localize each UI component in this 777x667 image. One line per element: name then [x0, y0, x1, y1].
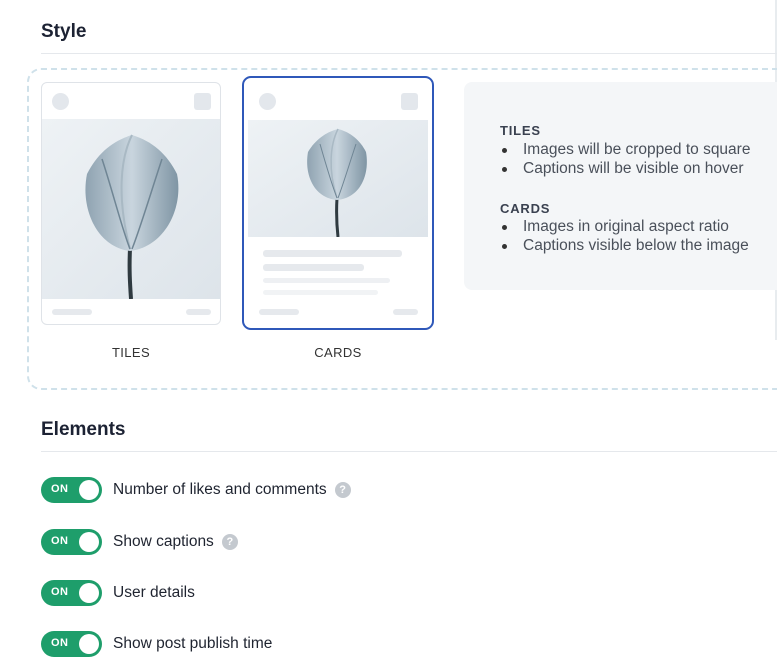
layout-info-box: TILES Images will be cropped to square C…	[464, 82, 777, 290]
tulip-image-icon	[248, 120, 428, 237]
tiles-image-preview	[42, 119, 220, 299]
show-captions-toggle[interactable]: ON	[41, 529, 102, 555]
caption-placeholder-bar	[263, 264, 364, 271]
toggle-state-label: ON	[51, 586, 69, 598]
tiles-info-list: Images will be cropped to square Caption…	[500, 140, 750, 178]
tiles-info-heading: TILES	[500, 123, 541, 138]
menu-placeholder-icon	[401, 93, 418, 110]
meta-placeholder-bar	[259, 309, 299, 315]
info-point: Captions will be visible on hover	[500, 159, 750, 178]
info-point: Captions visible below the image	[500, 236, 749, 255]
cards-option-card[interactable]	[242, 76, 434, 330]
cards-image-preview	[248, 120, 428, 237]
toggle-knob	[79, 480, 99, 500]
cards-info-heading: CARDS	[500, 201, 551, 216]
toggle-state-label: ON	[51, 535, 69, 547]
toggle-state-label: ON	[51, 483, 69, 495]
caption-placeholder-bar	[52, 309, 92, 315]
question-circle-icon[interactable]: ?	[334, 482, 351, 498]
caption-placeholder-bar	[263, 250, 402, 257]
tiles-option-card[interactable]	[41, 82, 221, 325]
toggle-knob	[79, 532, 99, 552]
style-divider	[41, 53, 777, 54]
meta-placeholder-bar	[186, 309, 211, 315]
avatar-placeholder-icon	[52, 93, 69, 110]
toggle-state-label: ON	[51, 637, 69, 649]
question-circle-icon[interactable]: ?	[221, 534, 238, 550]
caption-placeholder-bar	[263, 290, 378, 295]
caption-placeholder-bar	[263, 278, 390, 283]
toggle-knob	[79, 634, 99, 654]
menu-placeholder-icon	[194, 93, 211, 110]
info-point: Images in original aspect ratio	[500, 217, 749, 236]
avatar-placeholder-icon	[259, 93, 276, 110]
show-captions-label: Show captions	[113, 533, 214, 550]
publish-time-label: Show post publish time	[113, 635, 273, 652]
style-section-title: Style	[41, 21, 87, 42]
toggle-knob	[79, 583, 99, 603]
elements-section-title: Elements	[41, 419, 126, 440]
tulip-image-icon	[42, 119, 220, 299]
cards-info-list: Images in original aspect ratio Captions…	[500, 217, 749, 255]
toggle-row-likes-comments: ON Number of likes and comments ?	[41, 477, 351, 503]
likes-comments-label: Number of likes and comments	[113, 481, 327, 498]
meta-placeholder-bar	[393, 309, 418, 315]
user-details-toggle[interactable]: ON	[41, 580, 102, 606]
toggle-row-user-details: ON User details	[41, 580, 195, 606]
tiles-option-label[interactable]: TILES	[81, 345, 181, 360]
publish-time-toggle[interactable]: ON	[41, 631, 102, 657]
user-details-label: User details	[113, 584, 195, 601]
elements-divider	[41, 451, 777, 452]
cards-option-label[interactable]: CARDS	[288, 345, 388, 360]
toggle-row-publish-time: ON Show post publish time	[41, 631, 272, 657]
toggle-row-captions: ON Show captions ?	[41, 529, 238, 555]
likes-comments-toggle[interactable]: ON	[41, 477, 102, 503]
info-point: Images will be cropped to square	[500, 140, 750, 159]
